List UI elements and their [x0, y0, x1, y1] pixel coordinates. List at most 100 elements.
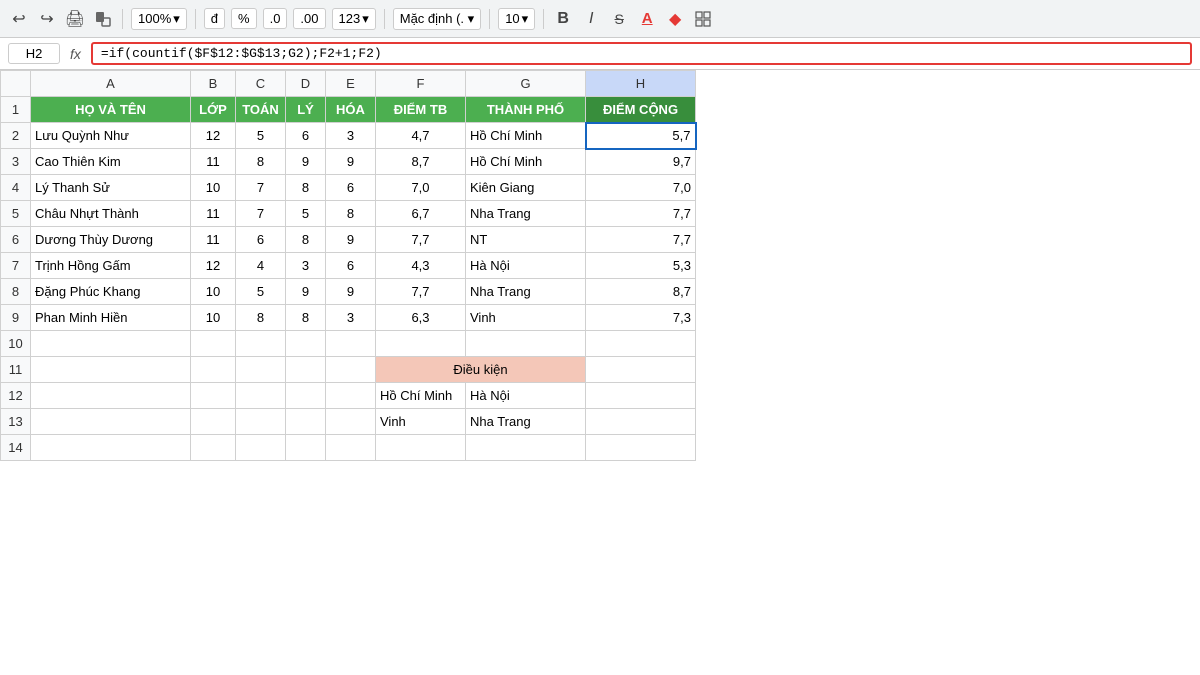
- cell-d7[interactable]: 3: [286, 253, 326, 279]
- cell-g7[interactable]: Hà Nội: [466, 253, 586, 279]
- font-family-selector[interactable]: Mặc định (. ▾: [393, 8, 481, 30]
- cell-a7[interactable]: Trịnh Hồng Gấm: [31, 253, 191, 279]
- cell-h11[interactable]: [586, 357, 696, 383]
- format-dec0-btn[interactable]: .0: [263, 8, 288, 29]
- row-header-5[interactable]: 5: [1, 201, 31, 227]
- cell-b9[interactable]: 10: [191, 305, 236, 331]
- cell-f6[interactable]: 7,7: [376, 227, 466, 253]
- cell-e10[interactable]: [326, 331, 376, 357]
- cell-f2[interactable]: 4,7: [376, 123, 466, 149]
- cell-h7[interactable]: 5,3: [586, 253, 696, 279]
- cell-b10[interactable]: [191, 331, 236, 357]
- strikethrough-button[interactable]: S: [608, 8, 630, 30]
- format-percent-btn[interactable]: %: [231, 8, 257, 29]
- cell-g6[interactable]: NT: [466, 227, 586, 253]
- cell-d2[interactable]: 6: [286, 123, 326, 149]
- cell-a12[interactable]: [31, 383, 191, 409]
- cell-g9[interactable]: Vinh: [466, 305, 586, 331]
- cell-h9[interactable]: 7,3: [586, 305, 696, 331]
- format-currency-btn[interactable]: đ: [204, 8, 225, 29]
- undo-icon[interactable]: ↩: [8, 8, 30, 30]
- cell-d13[interactable]: [286, 409, 326, 435]
- cell-e12[interactable]: [326, 383, 376, 409]
- cell-a2[interactable]: Lưu Quỳnh Như: [31, 123, 191, 149]
- cell-h1[interactable]: ĐIỂM CỘNG: [586, 97, 696, 123]
- cell-b7[interactable]: 12: [191, 253, 236, 279]
- cell-f8[interactable]: 7,7: [376, 279, 466, 305]
- cell-h2[interactable]: 5,7: [586, 123, 696, 149]
- cell-d12[interactable]: [286, 383, 326, 409]
- cell-b13[interactable]: [191, 409, 236, 435]
- cell-d8[interactable]: 9: [286, 279, 326, 305]
- cell-a11[interactable]: [31, 357, 191, 383]
- cell-h8[interactable]: 8,7: [586, 279, 696, 305]
- col-header-d[interactable]: D: [286, 71, 326, 97]
- cell-c5[interactable]: 7: [236, 201, 286, 227]
- cell-h6[interactable]: 7,7: [586, 227, 696, 253]
- cell-b8[interactable]: 10: [191, 279, 236, 305]
- cell-g5[interactable]: Nha Trang: [466, 201, 586, 227]
- cell-c12[interactable]: [236, 383, 286, 409]
- format-num-selector[interactable]: 123 ▾: [332, 8, 376, 30]
- cell-c1[interactable]: TOÁN: [236, 97, 286, 123]
- col-header-h[interactable]: H: [586, 71, 696, 97]
- cell-f14[interactable]: [376, 435, 466, 461]
- cell-h13[interactable]: [586, 409, 696, 435]
- cell-e3[interactable]: 9: [326, 149, 376, 175]
- cell-c3[interactable]: 8: [236, 149, 286, 175]
- cell-a6[interactable]: Dương Thùy Dương: [31, 227, 191, 253]
- row-header-7[interactable]: 7: [1, 253, 31, 279]
- cell-f1[interactable]: ĐIỂM TB: [376, 97, 466, 123]
- row-header-1[interactable]: 1: [1, 97, 31, 123]
- row-header-8[interactable]: 8: [1, 279, 31, 305]
- cell-h12[interactable]: [586, 383, 696, 409]
- condition-f13[interactable]: Vinh: [376, 409, 466, 435]
- cell-b1[interactable]: LỚP: [191, 97, 236, 123]
- row-header-14[interactable]: 14: [1, 435, 31, 461]
- cell-a14[interactable]: [31, 435, 191, 461]
- cell-g10[interactable]: [466, 331, 586, 357]
- cell-g3[interactable]: Hồ Chí Minh: [466, 149, 586, 175]
- cell-b3[interactable]: 11: [191, 149, 236, 175]
- cell-b12[interactable]: [191, 383, 236, 409]
- cell-b5[interactable]: 11: [191, 201, 236, 227]
- cell-c13[interactable]: [236, 409, 286, 435]
- cell-d4[interactable]: 8: [286, 175, 326, 201]
- cell-e11[interactable]: [326, 357, 376, 383]
- col-header-c[interactable]: C: [236, 71, 286, 97]
- cell-b2[interactable]: 12: [191, 123, 236, 149]
- cell-e9[interactable]: 3: [326, 305, 376, 331]
- condition-g13[interactable]: Nha Trang: [466, 409, 586, 435]
- cell-c4[interactable]: 7: [236, 175, 286, 201]
- cell-c9[interactable]: 8: [236, 305, 286, 331]
- cell-a13[interactable]: [31, 409, 191, 435]
- cell-f5[interactable]: 6,7: [376, 201, 466, 227]
- cell-e14[interactable]: [326, 435, 376, 461]
- row-header-11[interactable]: 11: [1, 357, 31, 383]
- redo-icon[interactable]: ↪: [36, 8, 58, 30]
- row-header-10[interactable]: 10: [1, 331, 31, 357]
- condition-f12[interactable]: Hồ Chí Minh: [376, 383, 466, 409]
- row-header-3[interactable]: 3: [1, 149, 31, 175]
- condition-g12[interactable]: Hà Nội: [466, 383, 586, 409]
- cell-d9[interactable]: 8: [286, 305, 326, 331]
- cell-e7[interactable]: 6: [326, 253, 376, 279]
- col-header-a[interactable]: A: [31, 71, 191, 97]
- bold-button[interactable]: B: [552, 8, 574, 30]
- cell-d3[interactable]: 9: [286, 149, 326, 175]
- cell-d6[interactable]: 8: [286, 227, 326, 253]
- cell-b14[interactable]: [191, 435, 236, 461]
- cell-g4[interactable]: Kiên Giang: [466, 175, 586, 201]
- cell-c7[interactable]: 4: [236, 253, 286, 279]
- cell-d10[interactable]: [286, 331, 326, 357]
- cell-d14[interactable]: [286, 435, 326, 461]
- row-header-6[interactable]: 6: [1, 227, 31, 253]
- cell-d11[interactable]: [286, 357, 326, 383]
- cell-c10[interactable]: [236, 331, 286, 357]
- col-header-g[interactable]: G: [466, 71, 586, 97]
- row-header-2[interactable]: 2: [1, 123, 31, 149]
- cell-b4[interactable]: 10: [191, 175, 236, 201]
- cell-b6[interactable]: 11: [191, 227, 236, 253]
- cell-d1[interactable]: LÝ: [286, 97, 326, 123]
- fill-color-icon[interactable]: ◆: [664, 8, 686, 30]
